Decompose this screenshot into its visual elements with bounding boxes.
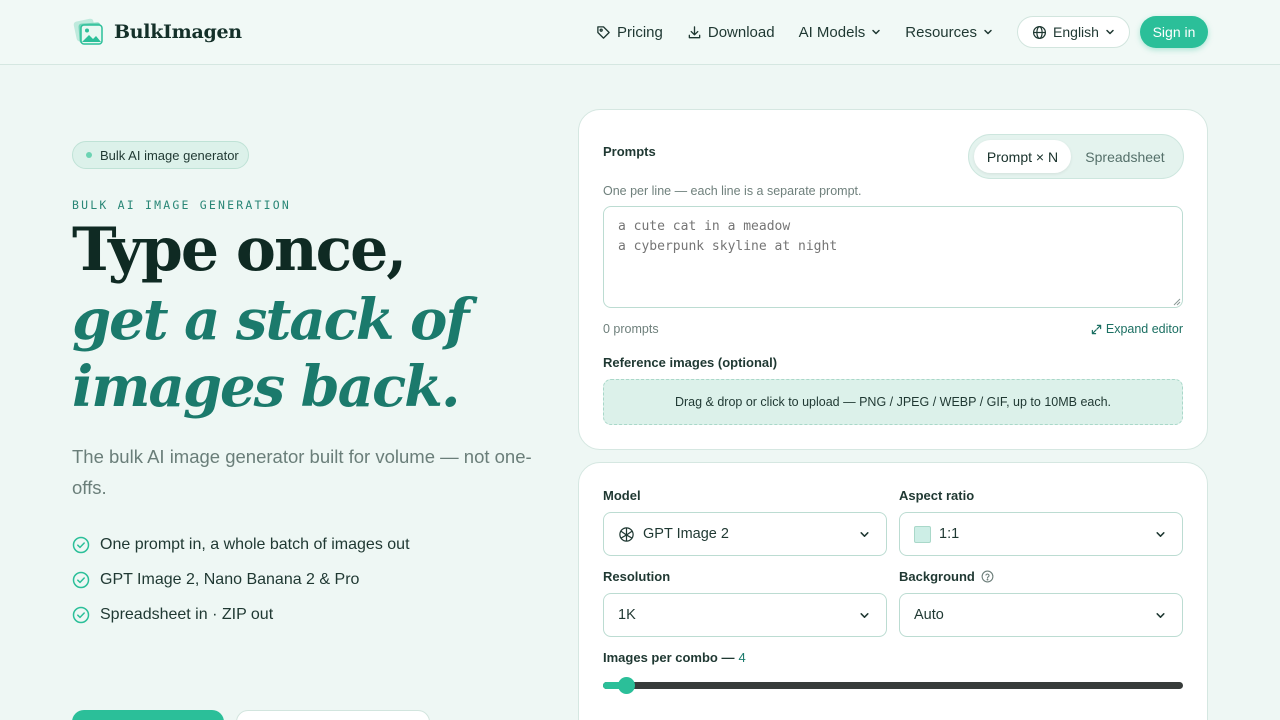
images-per-combo-row: Images per combo — 4 bbox=[603, 650, 746, 665]
prompts-label: Prompts bbox=[603, 144, 656, 159]
hero-subtitle: The bulk AI image generator built for vo… bbox=[72, 446, 532, 498]
expand-editor-label: Expand editor bbox=[1105, 322, 1183, 336]
reference-images-label: Reference images (optional) bbox=[603, 355, 778, 370]
images-per-combo-label: Images per combo — bbox=[603, 650, 735, 665]
globe-icon bbox=[1033, 25, 1047, 39]
language-label: English bbox=[1053, 24, 1099, 40]
aspect-ratio-value: 1:1 bbox=[939, 526, 960, 542]
nav-ai-models[interactable]: AI Models bbox=[799, 24, 882, 41]
background-label-row: Background bbox=[899, 569, 994, 584]
chevron-down-icon bbox=[1156, 613, 1165, 618]
model-label: Model bbox=[603, 488, 641, 503]
brand-name: BulkImagen bbox=[114, 21, 242, 43]
prompt-count: 0 prompts bbox=[603, 322, 659, 336]
feature-item: GPT Image 2, Nano Banana 2 & Pro bbox=[72, 562, 410, 597]
sign-in-button[interactable]: Sign in bbox=[1140, 16, 1208, 48]
chevron-down-icon bbox=[872, 29, 881, 35]
check-circle-icon bbox=[72, 606, 90, 623]
settings-card: Model GPT Image 2 Aspect ratio 1:1 Resol… bbox=[578, 462, 1208, 720]
feature-label: Spreadsheet in · ZIP out bbox=[100, 605, 274, 623]
mode-toggle: Prompt × N Spreadsheet bbox=[968, 134, 1184, 179]
logo-icon bbox=[72, 17, 104, 47]
background-label: Background bbox=[899, 569, 975, 584]
dropzone-text: Drag & drop or click to upload — PNG / J… bbox=[674, 395, 1112, 409]
aspect-ratio-label: Aspect ratio bbox=[899, 488, 975, 503]
upload-dropzone[interactable]: Drag & drop or click to upload — PNG / J… bbox=[603, 379, 1183, 425]
chevron-down-icon bbox=[984, 29, 992, 35]
hero-badge: Bulk AI image generator bbox=[72, 141, 249, 169]
feature-item: Spreadsheet in · ZIP out bbox=[72, 597, 410, 632]
prompts-textarea[interactable] bbox=[603, 206, 1183, 308]
chevron-down-icon bbox=[1156, 532, 1165, 537]
model-value: GPT Image 2 bbox=[643, 526, 729, 542]
feature-label: One prompt in, a whole batch of images o… bbox=[100, 535, 410, 553]
expand-icon bbox=[1091, 324, 1102, 334]
primary-cta-button[interactable] bbox=[72, 710, 224, 720]
nav-download[interactable]: Download bbox=[687, 24, 775, 41]
nav-pricing[interactable]: Pricing bbox=[596, 24, 663, 41]
background-select[interactable]: Auto bbox=[899, 593, 1183, 637]
hero-eyebrow: BULK AI IMAGE GENERATION bbox=[72, 198, 291, 212]
tag-icon bbox=[597, 25, 610, 39]
slider-thumb[interactable] bbox=[618, 677, 636, 694]
aspect-swatch-icon bbox=[914, 525, 931, 543]
images-per-combo-slider[interactable] bbox=[603, 677, 1183, 694]
resolution-select[interactable]: 1K bbox=[603, 593, 887, 637]
top-navbar: BulkImagen Pricing Download AI Models Re… bbox=[0, 0, 1280, 65]
prompts-card: Prompts Prompt × N Spreadsheet One per l… bbox=[578, 109, 1208, 450]
resolution-value: 1K bbox=[618, 607, 636, 623]
resolution-label: Resolution bbox=[603, 569, 671, 584]
chevron-down-icon bbox=[860, 532, 869, 537]
download-icon bbox=[688, 25, 701, 38]
hero-title: Type once, bbox=[72, 215, 407, 285]
hero-title-accent: get a stack of images back. bbox=[72, 287, 469, 421]
tab-spreadsheet[interactable]: Spreadsheet bbox=[1076, 140, 1174, 173]
help-icon[interactable] bbox=[981, 570, 994, 583]
hero-title-accent-line2: images back. bbox=[72, 354, 460, 420]
model-select[interactable]: GPT Image 2 bbox=[603, 512, 887, 556]
aspect-ratio-select[interactable]: 1:1 bbox=[899, 512, 1183, 556]
badge-label: Bulk AI image generator bbox=[100, 147, 239, 163]
expand-editor-link[interactable]: Expand editor bbox=[1091, 322, 1183, 336]
nav-pricing-label: Pricing bbox=[617, 23, 663, 41]
nav-resources[interactable]: Resources bbox=[905, 24, 993, 41]
background-value: Auto bbox=[914, 607, 944, 623]
nav-resources-label: Resources bbox=[905, 23, 977, 41]
nav-download-label: Download bbox=[707, 23, 775, 41]
images-per-combo-value: 4 bbox=[738, 650, 746, 665]
nav-ai-models-label: AI Models bbox=[798, 23, 866, 41]
chevron-down-icon bbox=[860, 613, 869, 618]
check-circle-icon bbox=[72, 536, 90, 553]
language-selector[interactable]: English bbox=[1017, 16, 1130, 48]
feature-list: One prompt in, a whole batch of images o… bbox=[72, 527, 410, 632]
badge-dot-icon bbox=[86, 152, 92, 158]
prompts-hint: One per line — each line is a separate p… bbox=[603, 184, 862, 198]
tab-prompt-x-n[interactable]: Prompt × N bbox=[974, 140, 1071, 173]
main-nav: Pricing Download AI Models Resources bbox=[596, 16, 1017, 48]
check-circle-icon bbox=[72, 571, 90, 588]
chevron-down-icon bbox=[1106, 29, 1114, 35]
openai-icon bbox=[619, 526, 634, 542]
feature-label: GPT Image 2, Nano Banana 2 & Pro bbox=[100, 570, 360, 588]
secondary-cta-button[interactable] bbox=[236, 710, 430, 720]
brand-logo[interactable]: BulkImagen bbox=[72, 17, 242, 47]
resize-handle-icon[interactable] bbox=[1172, 297, 1181, 306]
hero-title-accent-line1: get a stack of bbox=[72, 287, 469, 353]
feature-item: One prompt in, a whole batch of images o… bbox=[72, 527, 410, 562]
